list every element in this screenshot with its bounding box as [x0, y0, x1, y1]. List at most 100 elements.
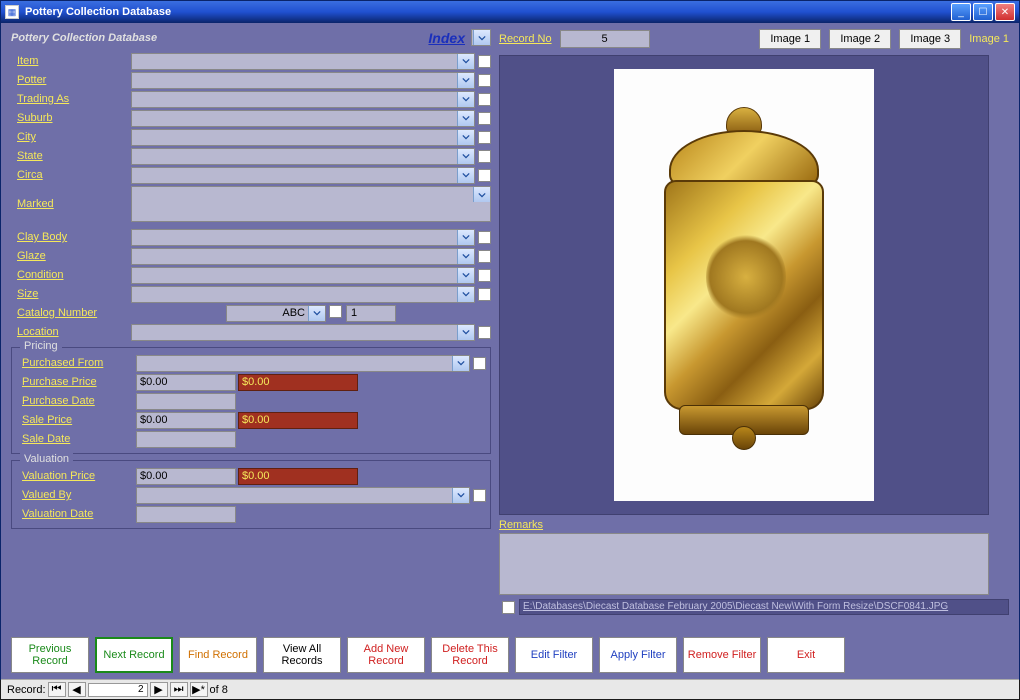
input-catalog-num[interactable]: 1 — [346, 305, 396, 322]
input-state[interactable] — [131, 148, 475, 165]
input-size[interactable] — [131, 286, 475, 303]
titlebar: ▦ Pottery Collection Database _ ☐ ✕ — [1, 1, 1019, 23]
remove-filter-button[interactable]: Remove Filter — [683, 637, 761, 673]
pottery-image — [614, 69, 874, 501]
window-title: Pottery Collection Database — [25, 6, 951, 18]
label-item: Item — [11, 55, 131, 67]
display-valuation-price-conv: $0.00 — [238, 468, 358, 485]
check-trading-as[interactable] — [478, 93, 491, 106]
label-sale-price: Sale Price — [16, 414, 136, 426]
exit-button[interactable]: Exit — [767, 637, 845, 673]
check-location[interactable] — [478, 326, 491, 339]
check-valued-by[interactable] — [473, 489, 486, 502]
image3-button[interactable]: Image 3 — [899, 29, 961, 49]
index-dropdown[interactable] — [471, 29, 491, 46]
apply-filter-button[interactable]: Apply Filter — [599, 637, 677, 673]
chevron-down-icon — [457, 149, 474, 164]
close-button[interactable]: ✕ — [995, 3, 1015, 21]
find-record-button[interactable]: Find Record — [179, 637, 257, 673]
index-link[interactable]: Index — [428, 30, 465, 46]
new-record-nav-button[interactable]: ▶* — [190, 682, 208, 697]
label-location: Location — [11, 326, 131, 338]
label-valuation-price: Valuation Price — [16, 470, 136, 482]
check-condition[interactable] — [478, 269, 491, 282]
delete-record-button[interactable]: Delete This Record — [431, 637, 509, 673]
record-position-input[interactable] — [88, 683, 148, 697]
remarks-label: Remarks — [499, 519, 1009, 531]
chevron-down-icon — [457, 325, 474, 340]
input-city[interactable] — [131, 129, 475, 146]
input-circa[interactable] — [131, 167, 475, 184]
chevron-down-icon — [457, 111, 474, 126]
check-glaze[interactable] — [478, 250, 491, 263]
current-image-label: Image 1 — [969, 33, 1009, 45]
chevron-down-icon — [457, 92, 474, 107]
image1-button[interactable]: Image 1 — [759, 29, 821, 49]
remarks-input[interactable] — [499, 533, 989, 595]
check-path[interactable] — [502, 601, 515, 614]
valuation-legend: Valuation — [20, 453, 73, 465]
label-potter: Potter — [11, 74, 131, 86]
check-city[interactable] — [478, 131, 491, 144]
chevron-down-icon — [452, 356, 469, 371]
input-location[interactable] — [131, 324, 475, 341]
first-record-button[interactable]: ⏮ — [48, 682, 66, 697]
image-path[interactable]: E:\Databases\Diecast Database February 2… — [519, 599, 1009, 615]
input-item[interactable] — [131, 53, 475, 70]
check-clay-body[interactable] — [478, 231, 491, 244]
record-nav-label: Record: — [7, 684, 46, 696]
input-condition[interactable] — [131, 267, 475, 284]
input-valuation-date[interactable] — [136, 506, 236, 523]
prev-record-button[interactable]: ◀ — [68, 682, 86, 697]
input-sale-date[interactable] — [136, 431, 236, 448]
input-valuation-price[interactable]: $0.00 — [136, 468, 236, 485]
input-purchase-price[interactable]: $0.00 — [136, 374, 236, 391]
input-catalog-code[interactable]: ABC — [226, 305, 326, 322]
label-valuation-date: Valuation Date — [16, 508, 136, 520]
input-potter[interactable] — [131, 72, 475, 89]
check-potter[interactable] — [478, 74, 491, 87]
record-no-label: Record No — [499, 33, 552, 45]
input-clay-body[interactable] — [131, 229, 475, 246]
input-purchase-date[interactable] — [136, 393, 236, 410]
next-record-button[interactable]: Next Record — [95, 637, 173, 673]
label-marked: Marked — [11, 198, 131, 210]
previous-record-button[interactable]: Previous Record — [11, 637, 89, 673]
check-state[interactable] — [478, 150, 491, 163]
minimize-button[interactable]: _ — [951, 3, 971, 21]
next-record-nav-button[interactable]: ▶ — [150, 682, 168, 697]
input-sale-price[interactable]: $0.00 — [136, 412, 236, 429]
input-valued-by[interactable] — [136, 487, 470, 504]
image2-button[interactable]: Image 2 — [829, 29, 891, 49]
app-title: Pottery Collection Database — [11, 32, 157, 44]
app-title-row: Pottery Collection Database Index — [11, 27, 491, 52]
last-record-button[interactable]: ⏭ — [170, 682, 188, 697]
chevron-down-icon — [308, 306, 325, 321]
check-suburb[interactable] — [478, 112, 491, 125]
label-city: City — [11, 131, 131, 143]
add-new-record-button[interactable]: Add New Record — [347, 637, 425, 673]
view-all-records-button[interactable]: View All Records — [263, 637, 341, 673]
chevron-down-icon — [457, 230, 474, 245]
chevron-down-icon — [457, 268, 474, 283]
label-purchase-price: Purchase Price — [16, 376, 136, 388]
check-catalog[interactable] — [329, 305, 342, 318]
check-circa[interactable] — [478, 169, 491, 182]
input-marked[interactable] — [131, 186, 491, 222]
label-state: State — [11, 150, 131, 162]
chevron-down-icon — [457, 130, 474, 145]
label-purchase-date: Purchase Date — [16, 395, 136, 407]
check-item[interactable] — [478, 55, 491, 68]
input-purchased-from[interactable] — [136, 355, 470, 372]
maximize-button[interactable]: ☐ — [973, 3, 993, 21]
record-no-value: 5 — [560, 30, 650, 48]
check-size[interactable] — [478, 288, 491, 301]
chevron-down-icon — [457, 54, 474, 69]
input-suburb[interactable] — [131, 110, 475, 127]
label-glaze: Glaze — [11, 250, 131, 262]
right-panel: Record No 5 Image 1 Image 2 Image 3 Imag… — [499, 27, 1009, 627]
input-glaze[interactable] — [131, 248, 475, 265]
edit-filter-button[interactable]: Edit Filter — [515, 637, 593, 673]
check-purchased-from[interactable] — [473, 357, 486, 370]
input-trading-as[interactable] — [131, 91, 475, 108]
